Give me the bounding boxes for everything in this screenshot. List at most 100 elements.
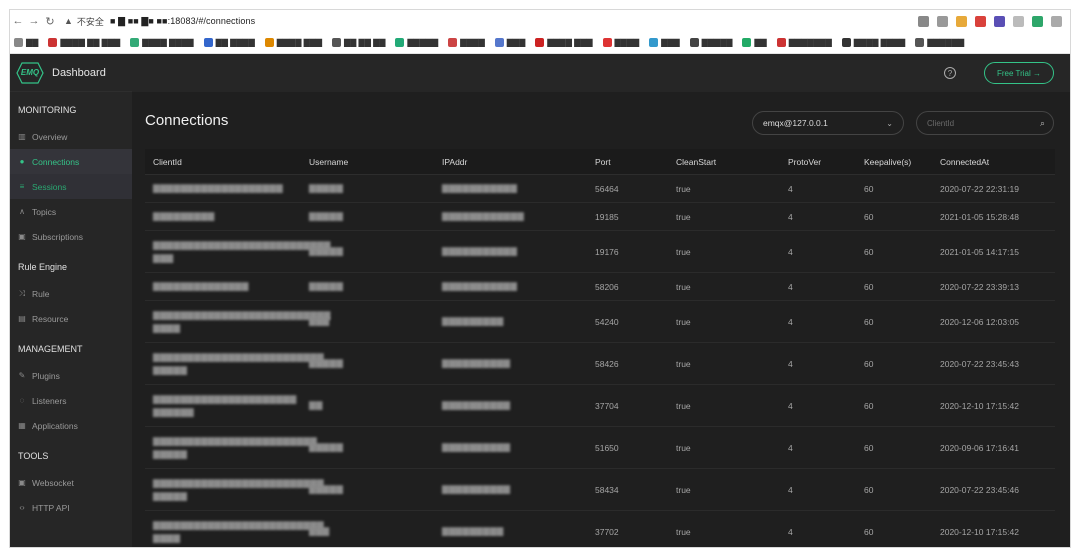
table-row[interactable]: ▇▇▇▇▇▇▇▇▇▇▇▇▇▇ ▇▇▇▇▇ ▇▇▇▇▇▇▇▇▇▇▇ 58206 true 4… <box>145 273 1055 301</box>
cell-username: ▇▇▇ <box>309 526 330 536</box>
warning-icon: ▲ <box>64 16 73 26</box>
key-icon[interactable] <box>918 15 929 27</box>
url-text[interactable]: ■ ▇ ■■ ▇■ ■■:18083/#/connections <box>110 16 255 27</box>
cell-username: ▇▇▇▇▇ <box>309 211 344 221</box>
column-header-keepalive[interactable]: Keepalive(s) <box>864 157 940 167</box>
column-header-username[interactable]: Username <box>309 157 442 167</box>
bookmark-label: ▇▇▇ <box>661 38 680 47</box>
table-row[interactable]: ▇▇▇▇▇▇▇▇▇▇▇▇▇▇▇▇▇▇▇▇▇▇▇▇ ▇▇▇▇▇ ▇▇▇▇▇ ▇▇▇▇▇… <box>145 427 1055 469</box>
bookmark-favicon-icon <box>602 38 612 47</box>
bookmark-item[interactable]: ▇▇▇▇ ▇▇▇ <box>264 38 322 47</box>
column-header-client-id[interactable]: ClientId <box>145 157 309 167</box>
bookmark-item[interactable]: ▇▇▇▇▇▇▇ <box>776 38 832 47</box>
column-header-port[interactable]: Port <box>595 157 676 167</box>
table-row[interactable]: ▇▇▇▇▇▇▇▇▇▇▇▇▇▇▇▇▇▇▇▇▇▇▇▇▇ ▇▇▇▇▇▇▇▇▇▇▇▇▇▇… <box>145 511 1055 547</box>
extension-icon[interactable] <box>994 15 1005 27</box>
cell-client-id[interactable]: ▇▇▇▇▇▇▇▇▇▇▇▇▇▇▇▇▇▇▇▇▇▇▇▇▇ ▇▇▇▇▇ <box>145 351 324 377</box>
bookmark-item[interactable]: ▇▇ <box>14 38 38 47</box>
bookmark-item[interactable]: ▇▇▇▇ <box>602 38 639 47</box>
cell-client-id[interactable]: ▇▇▇▇▇▇▇▇▇▇▇▇▇▇▇▇▇▇▇▇▇ ▇▇▇▇▇▇ <box>145 393 309 419</box>
sidebar-item-plugins[interactable]: ✎ Plugins <box>10 363 132 388</box>
cell-proto-ver: 4 <box>788 246 793 257</box>
sidebar-item-applications[interactable]: ▦ Applications <box>10 413 132 438</box>
sidebar-item-websocket[interactable]: ▣ Websocket <box>10 470 132 495</box>
cell-port: 37702 <box>595 526 619 537</box>
free-trial-button[interactable]: Free Trial → <box>983 62 1054 84</box>
bookmark-item[interactable]: ▇▇ <box>742 38 767 47</box>
extension-icon[interactable] <box>956 15 967 27</box>
bookmark-item[interactable]: ▇▇▇▇ ▇▇ ▇▇▇ <box>48 38 120 47</box>
cell-client-id[interactable]: ▇▇▇▇▇▇▇▇▇▇▇▇▇▇▇▇▇▇▇▇▇▇▇▇▇ ▇▇▇▇ <box>145 519 324 545</box>
table-row[interactable]: ▇▇▇▇▇▇▇▇▇ ▇▇▇▇▇ ▇▇▇▇▇▇▇▇▇▇▇▇ 19185 true 4 60 20… <box>145 203 1055 231</box>
bookmark-item[interactable]: ▇▇▇▇ ▇▇▇ <box>535 38 593 47</box>
sidebar-item-topics[interactable]: ∧ Topics <box>10 199 132 224</box>
address-bar[interactable]: ▲ 不安全 ■ ▇ ■■ ▇■ ■■:18083/#/connections <box>64 12 918 30</box>
bookmark-item[interactable]: ▇▇▇▇▇ <box>689 38 732 47</box>
extension-icon[interactable] <box>975 15 986 27</box>
table-row[interactable]: ▇▇▇▇▇▇▇▇▇▇▇▇▇▇▇▇▇▇▇▇▇ ▇▇▇▇▇▇ ▇▇ ▇▇▇▇▇▇▇▇▇▇… <box>145 385 1055 427</box>
column-header-connected-at[interactable]: ConnectedAt <box>940 157 1055 167</box>
table-row[interactable]: ▇▇▇▇▇▇▇▇▇▇▇▇▇▇▇▇▇▇▇▇▇▇▇▇▇ ▇▇▇▇▇ ▇▇▇▇▇▇▇▇▇… <box>145 343 1055 385</box>
bookmark-item[interactable]: ▇▇▇ <box>494 38 525 47</box>
bookmark-favicon-icon <box>535 38 545 47</box>
cell-keepalive: 60 <box>864 358 874 369</box>
table-row[interactable]: ▇▇▇▇▇▇▇▇▇▇▇▇▇▇▇▇▇▇▇▇▇▇▇▇▇ ▇▇▇▇▇▇▇▇▇▇▇▇▇▇… <box>145 469 1055 511</box>
cell-ip-addr: ▇▇▇▇▇▇▇▇▇▇▇▇ <box>442 211 525 221</box>
cell-client-id[interactable]: ▇▇▇▇▇▇▇▇▇▇▇▇▇▇▇▇▇▇▇▇▇▇▇▇▇ ▇▇▇▇▇ <box>145 477 324 503</box>
help-icon[interactable]: ? <box>943 67 956 79</box>
column-header-ip-addr[interactable]: IPAddr <box>442 157 595 167</box>
node-select[interactable]: emqx@127.0.0.1 ⌄ <box>752 111 904 135</box>
sidebar-item-overview[interactable]: ▥ Overview <box>10 124 132 149</box>
cell-client-id[interactable]: ▇▇▇▇▇▇▇▇▇ <box>145 210 309 223</box>
sidebar-item-connections[interactable]: ● Connections <box>10 149 132 174</box>
menu-icon[interactable] <box>1051 15 1062 27</box>
cell-client-id[interactable]: ▇▇▇▇▇▇▇▇▇▇▇▇▇▇ <box>145 280 309 293</box>
bookmark-item[interactable]: ▇▇▇▇ ▇▇▇▇ <box>130 38 194 47</box>
cell-client-id[interactable]: ▇▇▇▇▇▇▇▇▇▇▇▇▇▇▇▇▇▇▇▇▇▇▇▇▇▇ ▇▇▇▇ <box>145 309 330 335</box>
logo[interactable]: EMQ Dashboard <box>10 54 132 92</box>
column-header-clean-start[interactable]: CleanStart <box>676 157 788 167</box>
cell-client-id[interactable]: ▇▇▇▇▇▇▇▇▇▇▇▇▇▇▇▇▇▇▇▇▇▇▇▇▇▇ ▇▇▇ <box>145 239 330 265</box>
bookmark-item[interactable]: ▇▇▇▇▇▇ <box>915 38 964 47</box>
bookmark-label: ▇▇ ▇▇▇▇ <box>215 38 255 47</box>
cell-connected-at: 2020-12-10 17:15:42 <box>940 400 1019 411</box>
cell-ip-addr: ▇▇▇▇▇▇▇▇▇▇ <box>442 400 511 410</box>
sidebar-item-resource[interactable]: ▤ Resource <box>10 306 132 331</box>
sidebar-item-label: Rule <box>32 288 50 299</box>
star-icon[interactable] <box>937 15 948 27</box>
bookmark-item[interactable]: ▇▇▇▇▇ <box>395 38 438 47</box>
table-row[interactable]: ▇▇▇▇▇▇▇▇▇▇▇▇▇▇▇▇▇▇▇ ▇▇▇▇▇ ▇▇▇▇▇▇▇▇▇▇▇ 56464… <box>145 175 1055 203</box>
cell-ip-addr: ▇▇▇▇▇▇▇▇▇▇ <box>442 358 511 368</box>
sidebar-item-label: Resource <box>32 313 69 324</box>
emqx-dashboard: EMQ Dashboard MONITORING ▥ Overview ● Connec… <box>10 54 1070 547</box>
bookmark-item[interactable]: ▇▇▇▇ ▇▇▇▇ <box>841 38 905 47</box>
cell-client-id[interactable]: ▇▇▇▇▇▇▇▇▇▇▇▇▇▇▇▇▇▇▇▇▇▇▇▇ ▇▇▇▇▇ <box>145 435 317 461</box>
table-row[interactable]: ▇▇▇▇▇▇▇▇▇▇▇▇▇▇▇▇▇▇▇▇▇▇▇▇▇▇ ▇▇▇▇▇▇▇▇▇▇▇▇▇… <box>145 301 1055 343</box>
bookmark-label: ▇▇▇▇ <box>460 38 485 47</box>
column-header-proto-ver[interactable]: ProtoVer <box>788 157 864 167</box>
table-row[interactable]: ▇▇▇▇▇▇▇▇▇▇▇▇▇▇▇▇▇▇▇▇▇▇▇▇▇▇ ▇▇▇▇▇▇▇▇▇▇▇▇▇… <box>145 231 1055 273</box>
chart-icon: ▥ <box>18 132 26 141</box>
sidebar-item-sessions[interactable]: ≡ Sessions <box>10 174 132 199</box>
bookmark-item[interactable]: ▇▇▇ <box>649 38 680 47</box>
cell-username: ▇▇▇▇▇ <box>309 183 344 193</box>
bookmark-item[interactable]: ▇▇ ▇▇▇▇ <box>203 38 255 47</box>
extension-icon[interactable] <box>1032 15 1043 27</box>
clientid-search-input[interactable] <box>927 118 1027 128</box>
reload-icon[interactable]: ↻ <box>42 15 58 28</box>
bookmark-item[interactable]: ▇▇▇▇ <box>448 38 485 47</box>
forward-icon[interactable]: → <box>26 15 42 27</box>
sidebar-item-label: Connections <box>32 156 80 167</box>
cell-keepalive: 60 <box>864 400 874 411</box>
bookmark-item[interactable]: ▇▇ ▇▇ ▇▇ <box>332 38 385 47</box>
search-icon[interactable]: ⌕ <box>1040 118 1045 129</box>
back-icon[interactable]: ← <box>10 15 26 27</box>
sidebar-item-subscriptions[interactable]: ▣ Subscriptions <box>10 224 132 249</box>
extension-icon[interactable] <box>1013 15 1024 27</box>
sidebar-item-rule[interactable]: ⤨ Rule <box>10 281 132 306</box>
sidebar-item-label: Sessions <box>32 181 67 192</box>
clientid-search[interactable]: ⌕ <box>916 111 1054 135</box>
sidebar-item-http-api[interactable]: ‹› HTTP API <box>10 495 132 520</box>
cell-client-id[interactable]: ▇▇▇▇▇▇▇▇▇▇▇▇▇▇▇▇▇▇▇ <box>145 182 309 195</box>
sidebar-item-listeners[interactable]: ◌ Listeners <box>10 388 132 413</box>
